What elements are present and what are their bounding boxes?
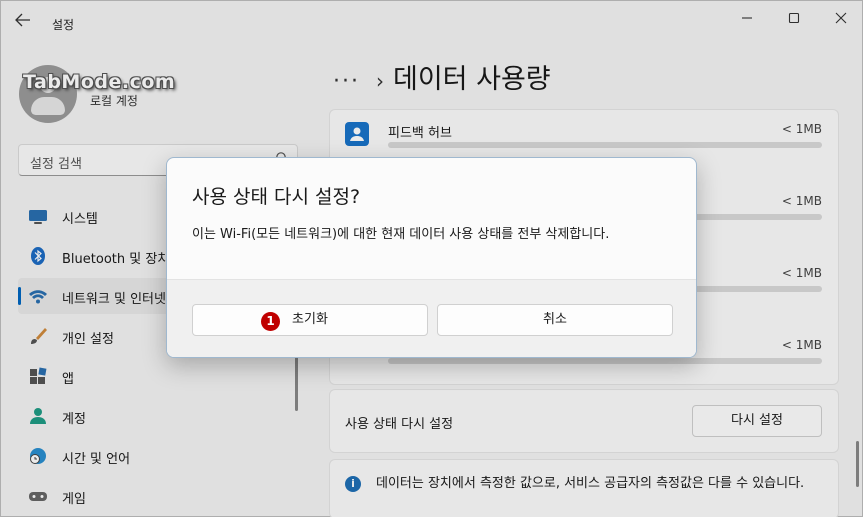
- dialog-footer: 1 초기화 취소: [167, 279, 696, 357]
- confirm-reset-label: 초기화: [292, 312, 328, 327]
- dialog-message: 이는 Wi-Fi(모든 네트워크)에 대한 현재 데이터 사용 상태를 전부 삭…: [192, 227, 610, 242]
- dialog-title: 사용 상태 다시 설정?: [192, 186, 361, 208]
- step-badge: 1: [261, 312, 280, 331]
- cancel-button[interactable]: 취소: [437, 304, 673, 336]
- reset-confirm-dialog: 사용 상태 다시 설정? 이는 Wi-Fi(모든 네트워크)에 대한 현재 데이…: [166, 157, 697, 358]
- confirm-reset-button[interactable]: 1 초기화: [192, 304, 428, 336]
